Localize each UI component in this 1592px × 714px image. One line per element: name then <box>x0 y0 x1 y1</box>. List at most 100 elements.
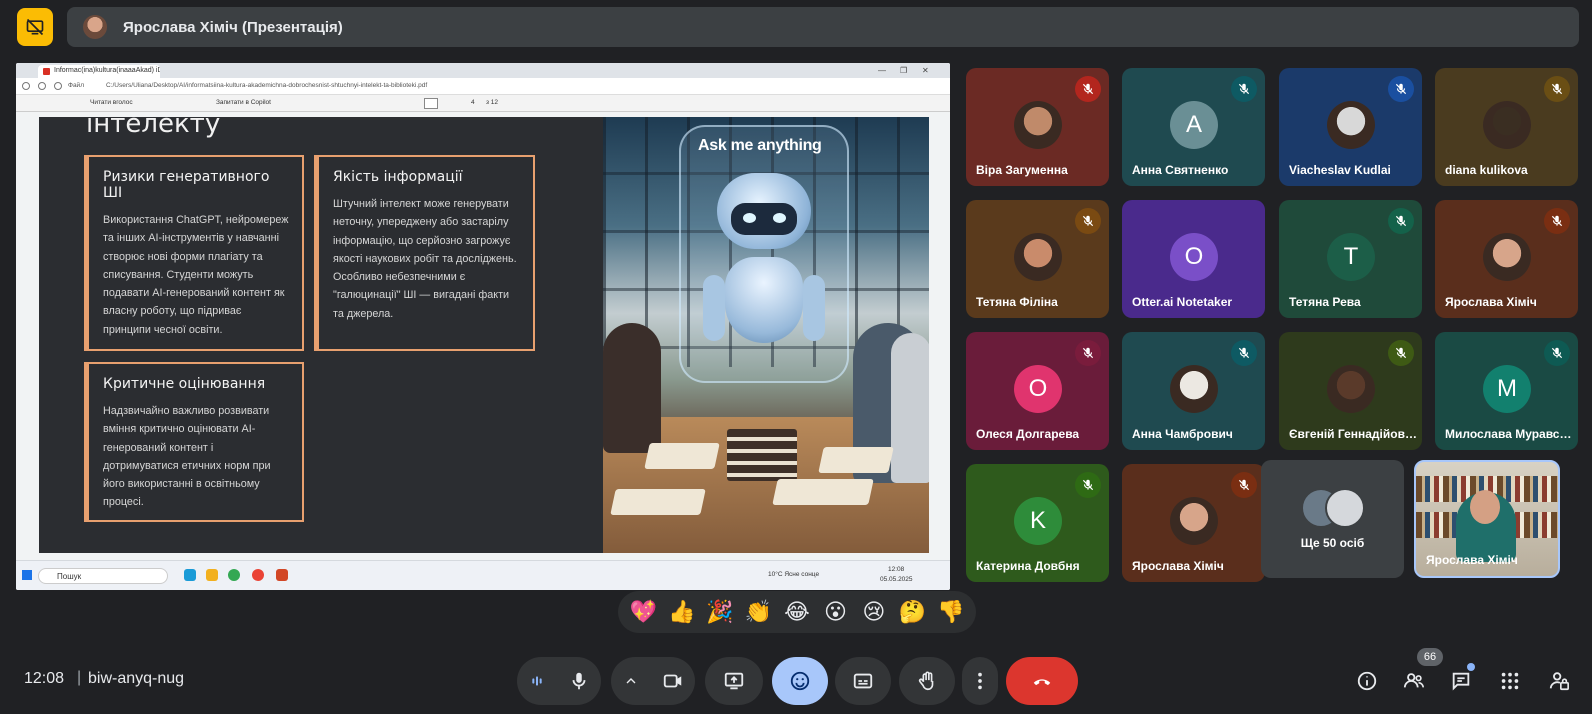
participant-tile[interactable]: Viacheslav Kudlai <box>1279 68 1422 186</box>
maximize-icon: ❐ <box>900 66 908 75</box>
participant-name: Милослава Муравська <box>1445 427 1573 441</box>
host-controls-button[interactable] <box>1546 668 1572 694</box>
robot-arm <box>803 275 825 341</box>
reaction-surprised[interactable]: 😮 <box>817 594 853 630</box>
meeting-info-button[interactable] <box>1354 668 1380 694</box>
participant-name: Ярослава Хіміч <box>1132 559 1224 573</box>
more-options-button[interactable] <box>962 657 998 705</box>
mic-off-indicator <box>1388 340 1414 366</box>
card-title: Якість інформації <box>333 169 463 185</box>
participant-tile[interactable]: O Otter.ai Notetaker <box>1122 200 1265 318</box>
slide-image: Ask me anything <box>603 117 929 553</box>
participant-name: Otter.ai Notetaker <box>1132 295 1233 309</box>
reaction-clap[interactable]: 👏 <box>741 594 777 630</box>
phone-hangup-icon <box>1033 679 1051 686</box>
participant-tile[interactable]: Анна Чамбрович <box>1122 332 1265 450</box>
card-title: Критичне оцінювання <box>103 376 266 392</box>
participant-name: Катерина Довбня <box>976 559 1080 573</box>
participant-tile[interactable]: O Олеся Долгарева <box>966 332 1109 450</box>
participant-name: Анна Святненко <box>1132 163 1229 177</box>
mic-off-indicator <box>1231 76 1257 102</box>
participant-tile[interactable]: А Анна Святненко <box>1122 68 1265 186</box>
mic-control[interactable] <box>517 657 601 705</box>
meeting-time: 12:08 <box>24 670 65 687</box>
browser-tabbar: Informac(ina)kultura(inaaaAkad) iDSE... … <box>16 63 950 78</box>
back-icon <box>22 82 30 90</box>
chat-button[interactable] <box>1448 668 1474 694</box>
mic-off-icon <box>1395 215 1407 227</box>
open-book <box>610 489 706 515</box>
leave-call-button[interactable] <box>1006 657 1078 705</box>
avatar <box>1325 488 1365 528</box>
robot-body <box>725 257 803 343</box>
raise-hand-button[interactable] <box>899 657 955 705</box>
people-icon <box>1403 673 1424 688</box>
camera-control[interactable] <box>611 657 695 705</box>
slide: інтелекту Ризики генеративного ШІ Викори… <box>39 117 929 553</box>
footer-separator: | <box>77 669 82 686</box>
folder-icon <box>206 569 218 581</box>
participant-name: Ярослава Хіміч <box>1426 553 1518 567</box>
card-info-quality: Якість інформації Штучний інтелект може … <box>314 155 535 351</box>
participant-tile[interactable]: M Милослава Муравська <box>1435 332 1578 450</box>
participant-tile[interactable]: Віра Загуменна <box>966 68 1109 186</box>
reaction-thumbs-up[interactable]: 👍 <box>664 594 700 630</box>
participant-name: Ярослава Хіміч <box>1445 295 1537 309</box>
robot-face <box>731 203 797 235</box>
minimize-icon: — <box>878 66 886 75</box>
mic-off-icon <box>1551 83 1563 95</box>
people-button[interactable] <box>1401 668 1427 694</box>
mic-off-indicator <box>1231 340 1257 366</box>
mic-off-indicator <box>1544 208 1570 234</box>
mic-off-icon <box>1082 215 1094 227</box>
address-prefix: Файл <box>68 82 84 89</box>
reaction-party[interactable]: 🎉 <box>702 594 738 630</box>
more-participants-label: Ще 50 осіб <box>1300 536 1365 550</box>
present-screen-button[interactable] <box>705 657 763 705</box>
participant-tile[interactable]: Ярослава Хіміч <box>1122 464 1265 582</box>
mic-off-indicator <box>1231 472 1257 498</box>
reaction-thinking[interactable]: 🤔 <box>894 594 930 630</box>
chat-icon <box>1452 672 1470 691</box>
microphone-icon <box>572 672 585 690</box>
self-face <box>1470 490 1500 524</box>
participant-tile[interactable]: Тетяна Філіна <box>966 200 1109 318</box>
avatar <box>1483 101 1531 149</box>
os-taskbar: Пошук 10°C Ясне сонце 12:08 05.05.2025 <box>16 560 950 590</box>
read-aloud-label: Читати вголос <box>90 99 133 106</box>
robot-eye <box>743 213 756 223</box>
mic-off-icon <box>1551 347 1563 359</box>
mic-off-indicator <box>1075 472 1101 498</box>
participant-tile[interactable]: T Тетяна Рева <box>1279 200 1422 318</box>
participant-name: diana kulikova <box>1445 163 1528 177</box>
avatar <box>1327 365 1375 413</box>
participant-name: Тетяна Філіна <box>976 295 1058 309</box>
activities-button[interactable] <box>1497 668 1523 694</box>
participant-tile[interactable]: Ярослава Хіміч <box>1435 200 1578 318</box>
participant-tile[interactable]: K Катерина Довбня <box>966 464 1109 582</box>
more-avatars <box>1301 488 1365 528</box>
address-bar: Файл C:/Users/Uliana/Desktop/AI/informat… <box>16 78 950 95</box>
reaction-laugh[interactable]: 😂 <box>779 594 815 630</box>
mic-off-icon <box>1395 347 1407 359</box>
apps-grid-icon <box>1501 672 1519 690</box>
mic-off-indicator <box>1388 76 1414 102</box>
presentation-off-button[interactable] <box>17 8 53 46</box>
reactions-button[interactable] <box>772 657 828 705</box>
reaction-sad[interactable]: 😢 <box>856 594 892 630</box>
participant-tile[interactable]: diana kulikova <box>1435 68 1578 186</box>
mic-off-indicator <box>1075 208 1101 234</box>
more-participants-tile[interactable]: Ще 50 осіб <box>1261 460 1404 578</box>
hologram-caption: Ask me anything <box>698 137 822 154</box>
avatar: M <box>1483 365 1531 413</box>
avatar: T <box>1327 233 1375 281</box>
participant-tile[interactable]: Євгеній Геннадійович <box>1279 332 1422 450</box>
self-view-tile[interactable]: Ярослава Хіміч <box>1414 460 1560 578</box>
robot-eye <box>773 213 786 223</box>
avatar <box>1170 497 1218 545</box>
presenter-name: Ярослава Хіміч (Презентація) <box>123 18 343 36</box>
reaction-heart[interactable]: 💖 <box>625 594 661 630</box>
captions-button[interactable] <box>835 657 891 705</box>
mic-off-indicator <box>1544 76 1570 102</box>
reaction-thumbs-down[interactable]: 👎 <box>933 594 969 630</box>
